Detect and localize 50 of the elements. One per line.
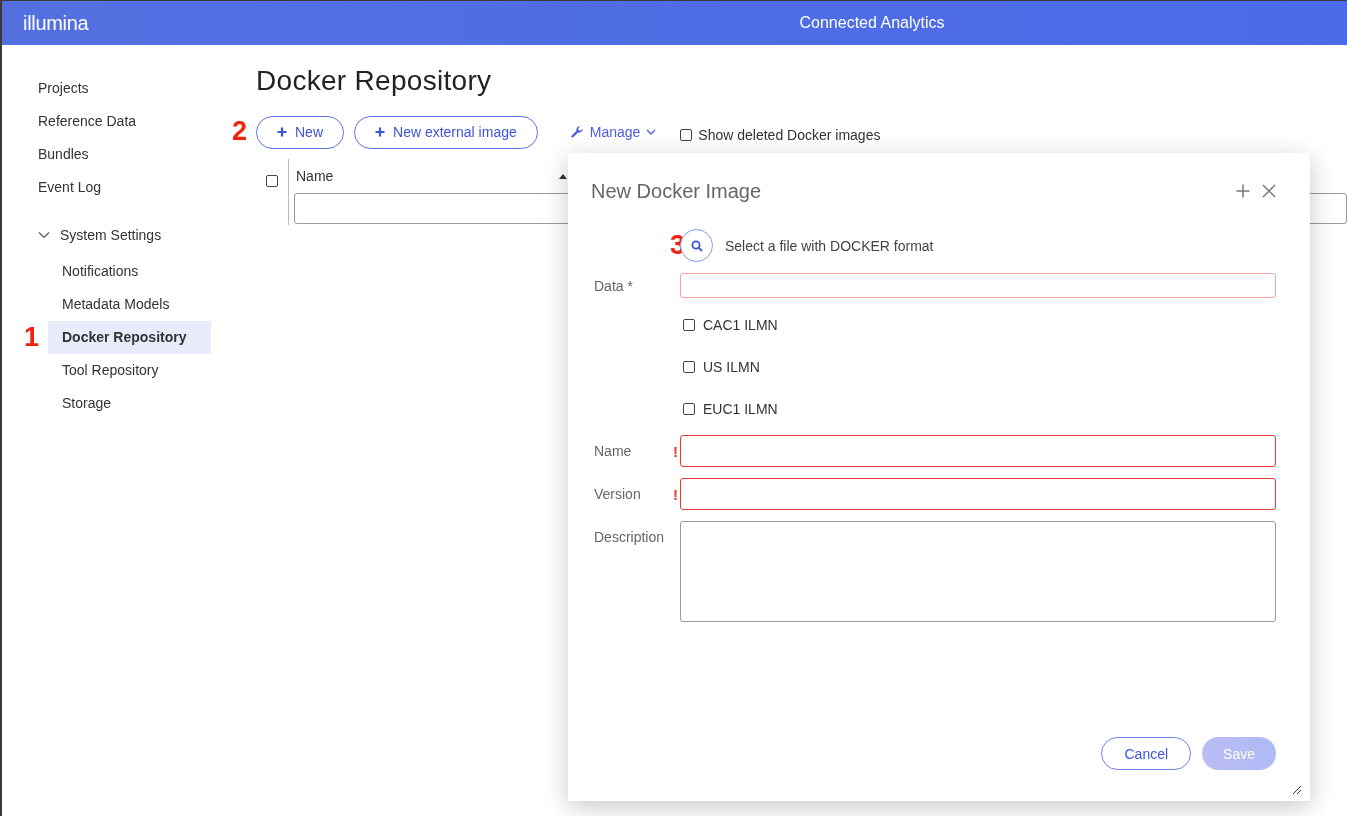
input-field[interactable] bbox=[680, 478, 1276, 510]
input-field[interactable] bbox=[680, 435, 1276, 467]
sidebar-group[interactable]: System Settings bbox=[2, 218, 216, 251]
app-title: Connected Analytics bbox=[798, 14, 945, 32]
logo[interactable]: illumina bbox=[23, 11, 89, 35]
sidebar-item[interactable]: Docker Repository bbox=[48, 321, 211, 354]
error-mark: ! bbox=[673, 485, 678, 503]
input-field[interactable] bbox=[680, 273, 1276, 298]
manage-menu[interactable]: Manage bbox=[563, 123, 663, 141]
wrench-icon bbox=[569, 125, 584, 139]
page-title: Docker Repository bbox=[256, 65, 493, 97]
sidebar-item[interactable]: Metadata Models bbox=[48, 288, 211, 321]
error-mark: ! bbox=[673, 442, 678, 460]
checkbox-label: US ILMN bbox=[703, 358, 760, 375]
new-button[interactable]: New external image bbox=[354, 115, 538, 149]
checkbox-label: Show deleted Docker images bbox=[698, 127, 881, 143]
checkbox-label: EUC1 ILMN bbox=[703, 400, 778, 417]
search-icon bbox=[690, 239, 703, 252]
field-label: Name bbox=[593, 443, 632, 459]
callout-number: 2 bbox=[232, 118, 248, 145]
sidebar-item[interactable]: Storage bbox=[48, 387, 211, 420]
file-picker-label: Select a file with DOCKER format bbox=[725, 237, 934, 254]
column-header[interactable]: Name bbox=[294, 168, 334, 184]
dialog-title: New Docker Image bbox=[591, 179, 763, 203]
checkbox-label: CAC1 ILMN bbox=[703, 316, 778, 333]
sidebar-item[interactable]: Notifications bbox=[48, 255, 211, 288]
sidebar-item[interactable]: Bundles bbox=[2, 138, 216, 171]
plus-icon bbox=[375, 127, 385, 137]
field-label: Version bbox=[593, 486, 641, 502]
checkbox[interactable] bbox=[680, 129, 693, 141]
chevron-icon bbox=[38, 230, 50, 239]
callout-number: 1 bbox=[24, 324, 40, 351]
checkbox[interactable] bbox=[683, 360, 695, 373]
description-field[interactable] bbox=[680, 521, 1276, 622]
close-icon[interactable] bbox=[1262, 184, 1276, 198]
resize-grip-icon[interactable] bbox=[1292, 785, 1302, 795]
field-label: Description bbox=[593, 529, 665, 545]
field-label: Data * bbox=[593, 277, 633, 294]
caret-icon bbox=[646, 129, 657, 135]
sidebar-item[interactable]: Projects bbox=[2, 72, 216, 105]
checkbox[interactable] bbox=[683, 402, 695, 415]
select-all-checkbox[interactable] bbox=[266, 175, 278, 187]
cancel-button[interactable]: Cancel bbox=[1101, 737, 1192, 770]
plus-icon bbox=[277, 127, 287, 137]
sidebar-item[interactable]: Reference Data bbox=[2, 105, 216, 138]
checkbox[interactable] bbox=[683, 318, 695, 331]
plus-icon[interactable] bbox=[1236, 184, 1250, 198]
new-button[interactable]: New bbox=[256, 115, 344, 149]
sidebar-item[interactable]: Event Log bbox=[2, 171, 216, 204]
sidebar-item[interactable]: Tool Repository bbox=[48, 354, 211, 387]
